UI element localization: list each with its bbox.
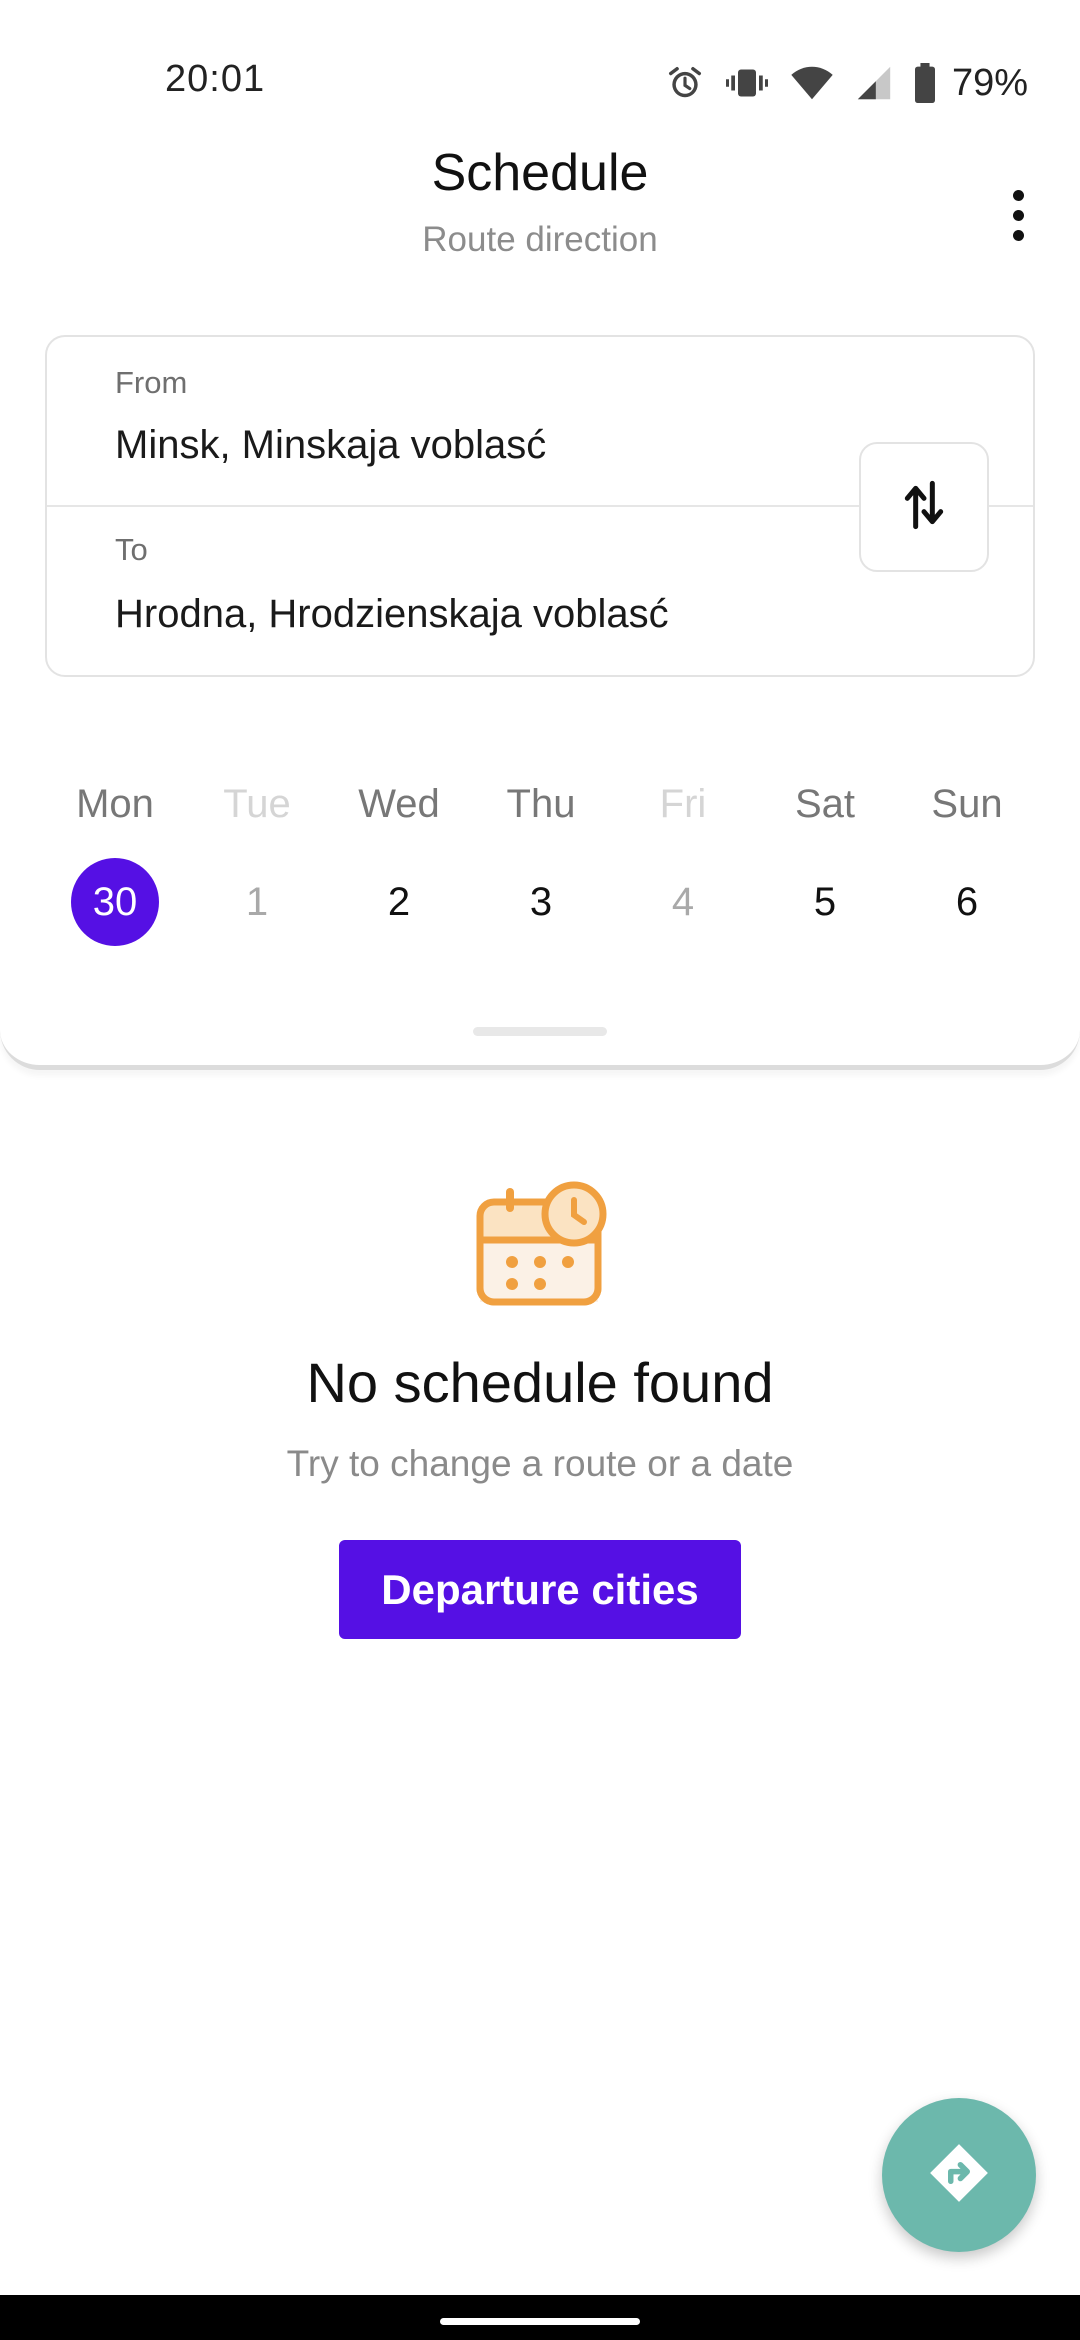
from-label: From [115, 365, 188, 400]
day-name: Fri [659, 782, 707, 826]
from-field[interactable]: Minsk, Minskaja voblasć [115, 423, 546, 468]
day-number: 5 [813, 879, 837, 924]
status-icons: 79% [666, 58, 1028, 108]
alarm-icon [666, 64, 704, 102]
day-name: Tue [223, 782, 291, 826]
week-selector: Mon 30 Tue 1 Wed 2 Thu 3 Fri 4 Sat 5 Sun… [0, 780, 1080, 960]
day-name: Sat [794, 782, 856, 826]
status-bar: 20:01 79% [0, 0, 1080, 130]
sheet-drag-handle[interactable] [473, 1027, 607, 1036]
day-number: 4 [671, 879, 695, 924]
day-name: Mon [76, 782, 154, 826]
day-thu[interactable]: Thu 3 [470, 780, 612, 960]
to-label: To [115, 532, 148, 567]
wifi-icon [790, 65, 834, 101]
status-time: 20:01 [165, 58, 266, 100]
day-number-circle: 2 [355, 858, 443, 946]
home-gesture-handle[interactable] [440, 2318, 640, 2325]
cell-signal-icon [856, 65, 892, 101]
day-name: Thu [506, 782, 576, 826]
swap-vertical-icon [904, 480, 944, 535]
to-field[interactable]: Hrodna, Hrodzienskaja voblasć [115, 592, 669, 637]
empty-state-title: No schedule found [306, 1351, 774, 1414]
day-name: Sun [931, 782, 1003, 826]
day-sat[interactable]: Sat 5 [754, 780, 896, 960]
day-name: Wed [358, 782, 440, 826]
vibrate-icon [725, 64, 768, 102]
day-number: 3 [529, 879, 553, 924]
day-number: 1 [245, 879, 269, 924]
day-number-circle: 3 [497, 858, 585, 946]
battery-percent: 79% [951, 61, 1028, 104]
day-number: 30 [92, 879, 138, 924]
battery-icon [914, 63, 936, 103]
more-vertical-icon [1012, 189, 1024, 201]
route-card: From Minsk, Minskaja voblasć To Hrodna, … [45, 335, 1035, 677]
empty-state-subtitle: Try to change a route or a date [286, 1443, 794, 1484]
day-number: 6 [955, 879, 979, 924]
more-options-button[interactable] [990, 180, 1046, 250]
day-wed[interactable]: Wed 2 [328, 780, 470, 960]
day-number-circle: 30 [71, 858, 159, 946]
day-number-circle: 6 [923, 858, 1011, 946]
swap-direction-button[interactable] [859, 442, 989, 572]
day-fri[interactable]: Fri 4 [612, 780, 754, 960]
page-subtitle: Route direction [422, 220, 658, 259]
day-number-circle: 5 [781, 858, 869, 946]
sheet-edge [0, 1010, 1080, 1070]
schedule-screen: 20:01 79% Schedule Route direction From … [0, 0, 1080, 2340]
directions-icon [926, 2140, 992, 2211]
day-number: 2 [387, 879, 411, 924]
calendar-clock-icon [470, 1180, 610, 1310]
directions-fab[interactable] [882, 2098, 1036, 2252]
day-mon[interactable]: Mon 30 [44, 780, 186, 960]
day-number-circle: 4 [639, 858, 727, 946]
day-sun[interactable]: Sun 6 [896, 780, 1038, 960]
day-number-circle: 1 [213, 858, 301, 946]
page-title: Schedule [431, 144, 649, 202]
day-tue[interactable]: Tue 1 [186, 780, 328, 960]
departure-cities-button[interactable]: Departure cities [339, 1540, 741, 1639]
